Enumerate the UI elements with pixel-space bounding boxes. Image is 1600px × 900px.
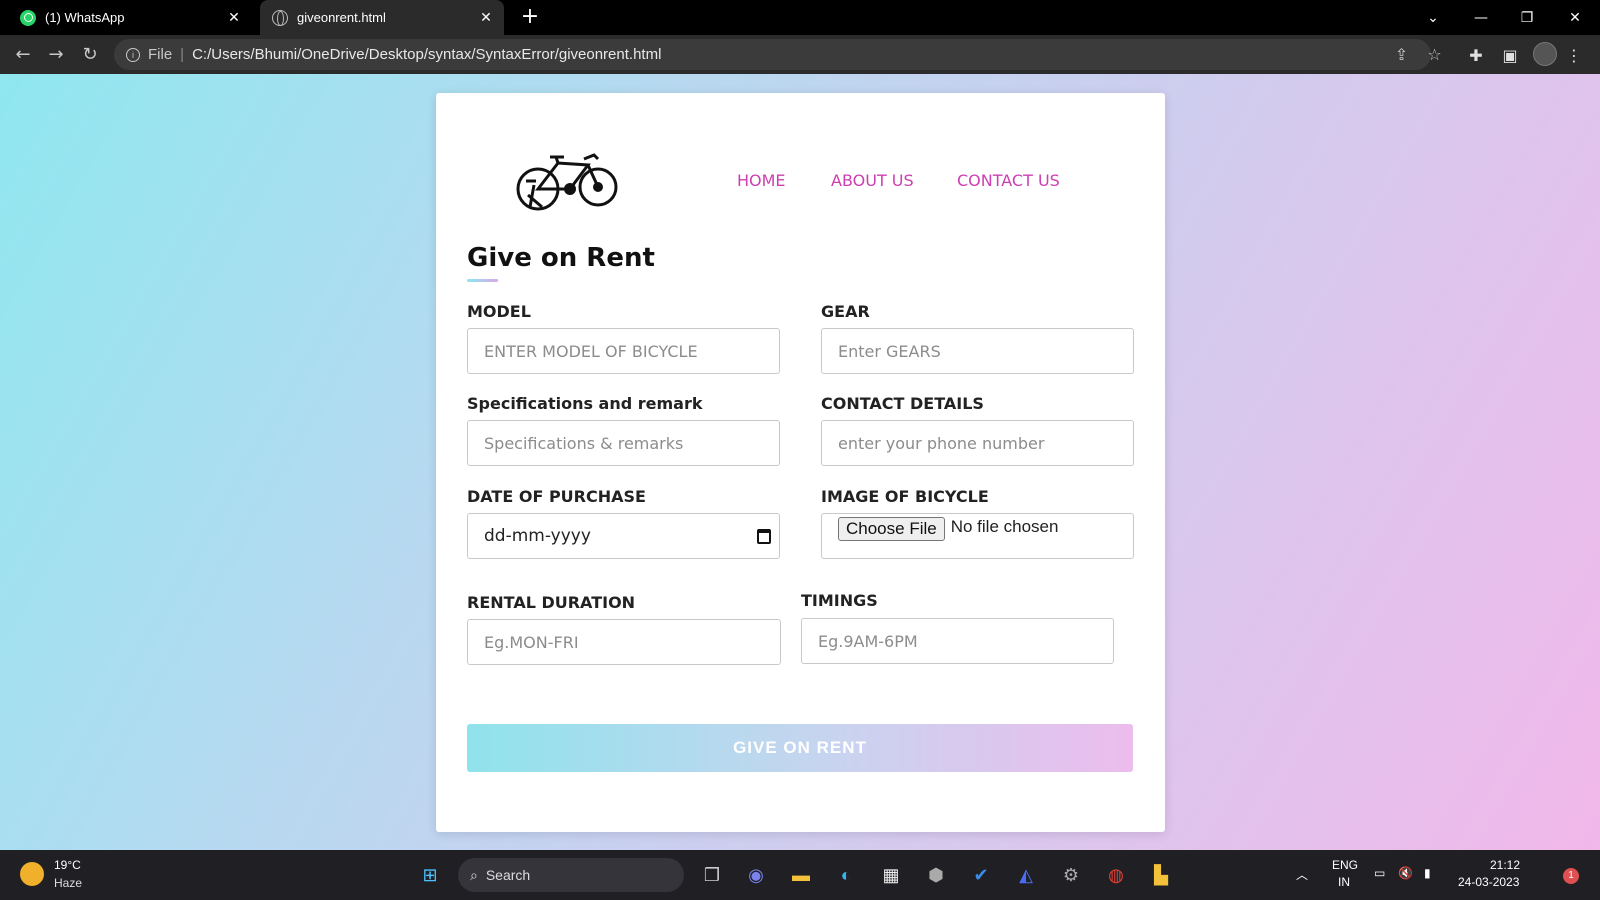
profile-avatar[interactable] — [1533, 42, 1557, 66]
browser-toolbar: ← → ↻ i File | C:/Users/Bhumi/OneDrive/D… — [0, 35, 1600, 74]
weather-temp: 19°C — [54, 858, 81, 872]
share-icon[interactable]: ⇪ — [1386, 39, 1417, 70]
window-close-icon[interactable]: ✕ — [1552, 0, 1598, 35]
taskbar-search[interactable]: ⌕ Search — [458, 858, 684, 892]
volume-muted-icon[interactable]: 🔇 — [1398, 866, 1413, 880]
back-icon[interactable]: ← — [10, 42, 36, 68]
specs-label: Specifications and remark — [467, 394, 703, 413]
menu-icon[interactable]: ⋮ — [1560, 41, 1588, 69]
title-underline — [467, 279, 498, 282]
date-label: DATE OF PURCHASE — [467, 487, 646, 506]
address-bar[interactable]: i File | C:/Users/Bhumi/OneDrive/Desktop… — [114, 39, 1431, 70]
teams-chat-icon[interactable]: ◉ — [741, 860, 771, 890]
scheme-label: File — [148, 46, 173, 63]
image-file-input[interactable]: Choose File No file chosen — [821, 513, 1134, 559]
give-on-rent-button[interactable]: GIVE ON RENT — [467, 724, 1133, 772]
nav-link-home[interactable]: HOME — [737, 171, 786, 190]
calendar-icon[interactable] — [757, 529, 771, 544]
globe-icon — [272, 9, 288, 26]
app-cube-icon[interactable]: ⬢ — [921, 860, 951, 890]
tray-chevron-icon[interactable]: ︿ — [1296, 866, 1308, 883]
tab-giveonrent[interactable]: giveonrent.html ✕ — [260, 0, 504, 35]
page-viewport: HOME ABOUT US CONTACT US Give on Rent MO… — [0, 74, 1600, 850]
search-icon: ⌕ — [470, 866, 478, 883]
minimize-icon[interactable]: — — [1458, 0, 1504, 35]
tab-search-chevron-icon[interactable]: ⌄ — [1410, 0, 1456, 35]
edge-icon[interactable]: ◐ — [831, 860, 861, 890]
store-icon[interactable]: ▦ — [876, 860, 906, 890]
todo-icon[interactable]: ✔ — [966, 860, 996, 890]
new-tab-icon[interactable]: + — [518, 6, 542, 30]
file-status: No file chosen — [950, 517, 1059, 536]
extensions-icon[interactable]: ✚ — [1462, 41, 1490, 69]
sticky-notes-icon[interactable]: ▙ — [1146, 860, 1176, 890]
gear-input[interactable] — [821, 328, 1134, 374]
tab-title: giveonrent.html — [297, 10, 386, 25]
bicycle-logo[interactable] — [516, 151, 620, 213]
lang-line2: IN — [1338, 875, 1350, 889]
tab-title: (1) WhatsApp — [45, 10, 125, 25]
restore-icon[interactable]: ❐ — [1504, 0, 1550, 35]
page-title: Give on Rent — [467, 243, 655, 273]
side-panel-icon[interactable]: ▣ — [1496, 41, 1524, 69]
network-icon[interactable]: ▭ — [1374, 866, 1385, 880]
start-icon[interactable]: ⊞ — [415, 860, 445, 890]
vscode-icon[interactable]: ◭ — [1011, 860, 1041, 890]
bookmark-star-icon[interactable]: ☆ — [1419, 39, 1450, 70]
url-text: C:/Users/Bhumi/OneDrive/Desktop/syntax/S… — [192, 46, 662, 63]
duration-label: RENTAL DURATION — [467, 593, 636, 612]
notification-badge[interactable]: 1 — [1563, 868, 1579, 884]
tab-whatsapp[interactable]: (1) WhatsApp ✕ — [8, 0, 252, 35]
duration-input[interactable] — [467, 619, 781, 665]
close-icon[interactable]: ✕ — [226, 9, 242, 25]
reload-icon[interactable]: ↻ — [77, 42, 103, 68]
weather-desc: Haze — [54, 876, 83, 890]
task-view-icon[interactable]: ❒ — [697, 860, 727, 890]
choose-file-button[interactable]: Choose File — [838, 517, 945, 541]
nav-link-about[interactable]: ABOUT US — [831, 171, 914, 190]
model-label: MODEL — [467, 302, 531, 321]
timings-input[interactable] — [801, 618, 1114, 664]
taskbar: 19°C Haze ⊞ ⌕ Search ❒ ◉ ▬ ◐ ▦ ⬢ ✔ ◭ ⚙ ◍… — [0, 850, 1600, 900]
gear-label: GEAR — [821, 302, 870, 321]
file-explorer-icon[interactable]: ▬ — [786, 860, 816, 890]
specs-input[interactable] — [467, 420, 780, 466]
clock-time: 21:12 — [1490, 858, 1521, 872]
info-icon[interactable]: i — [126, 47, 140, 62]
settings-gear-icon[interactable]: ⚙ — [1056, 860, 1086, 890]
image-label: IMAGE OF BICYCLE — [821, 487, 989, 506]
whatsapp-icon — [20, 9, 36, 26]
clock-date: 24-03-2023 — [1458, 875, 1520, 889]
model-input[interactable] — [467, 328, 780, 374]
search-label: Search — [485, 867, 531, 883]
close-icon[interactable]: ✕ — [478, 9, 494, 25]
timings-label: TIMINGS — [801, 591, 878, 610]
forward-icon[interactable]: → — [43, 42, 69, 68]
form-card: HOME ABOUT US CONTACT US Give on Rent MO… — [436, 93, 1165, 832]
date-placeholder: dd-mm-yyyy — [484, 526, 591, 546]
tab-strip: (1) WhatsApp ✕ giveonrent.html ✕ + ⌄ — ❐… — [0, 0, 1600, 35]
contact-input[interactable] — [821, 420, 1134, 466]
weather-icon[interactable] — [20, 862, 44, 886]
battery-icon[interactable]: ▮ — [1424, 866, 1431, 880]
chrome-icon[interactable]: ◍ — [1101, 860, 1131, 890]
contact-label: CONTACT DETAILS — [821, 394, 984, 413]
nav-link-contact[interactable]: CONTACT US — [957, 171, 1060, 190]
separator: | — [180, 46, 185, 63]
date-input[interactable]: dd-mm-yyyy — [467, 513, 780, 559]
lang-line1: ENG — [1332, 858, 1359, 872]
